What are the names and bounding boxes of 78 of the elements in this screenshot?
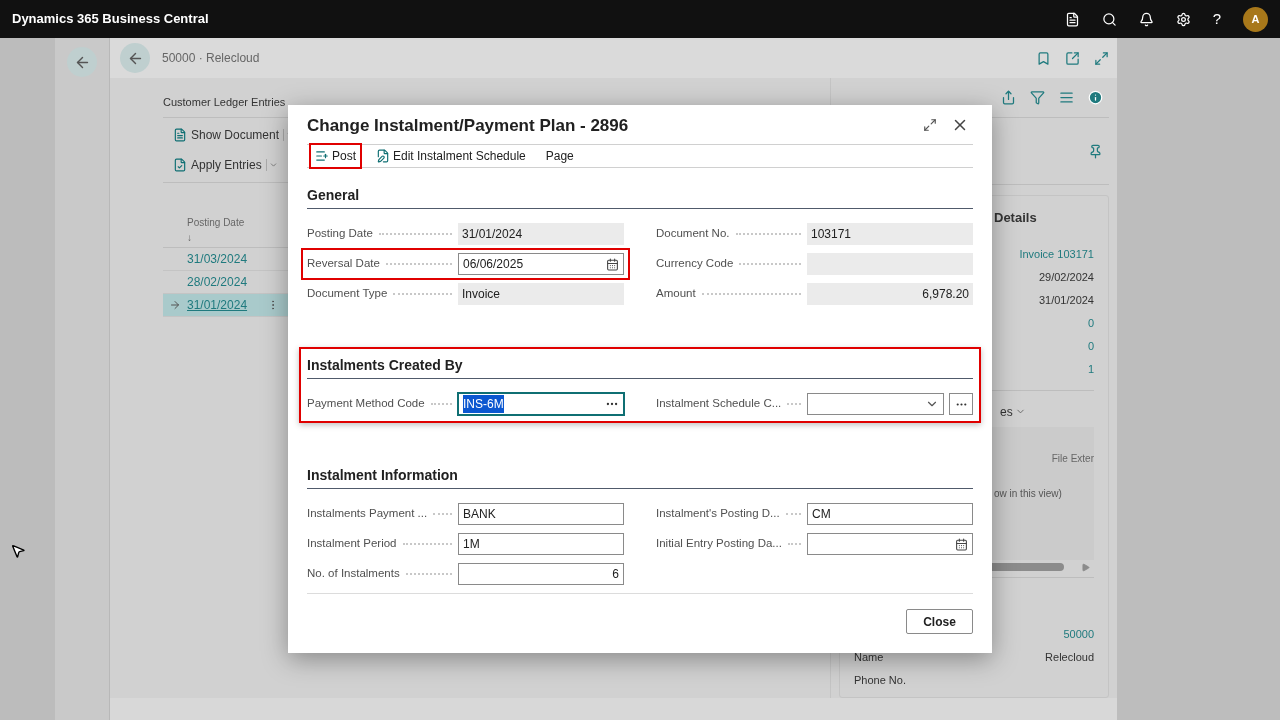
document-icon[interactable]: [1064, 11, 1080, 27]
field-value: 31/01/2024: [1038, 292, 1094, 308]
field-label: Document No.: [656, 226, 730, 242]
back-button[interactable]: [120, 43, 150, 73]
read-only-field: Invoice: [458, 283, 624, 305]
dropdown-field[interactable]: [807, 393, 944, 415]
section-heading: General: [307, 185, 973, 209]
column-header: File Exter: [1051, 451, 1094, 466]
field-value: Relecloud: [1045, 649, 1094, 665]
bookmark-icon[interactable]: [1036, 50, 1051, 66]
field-label: No. of Instalments: [307, 566, 400, 582]
expand-icon[interactable]: [923, 118, 937, 133]
date-field[interactable]: 06/06/2025: [458, 253, 624, 275]
field-label: Initial Entry Posting Da...: [656, 536, 782, 552]
field-label: Currency Code: [656, 256, 734, 272]
value-link[interactable]: 0: [1087, 337, 1094, 355]
app-title: Dynamics 365 Business Central: [12, 10, 209, 29]
share-icon[interactable]: [1001, 90, 1016, 105]
toolbar-action[interactable]: Apply Entries: [173, 154, 262, 176]
field-label: Phone No.: [854, 672, 906, 688]
notification-icon[interactable]: [1138, 11, 1154, 27]
field-label: Instalment Period: [307, 536, 397, 552]
dialog-title: Change Instalment/Payment Plan - 2896: [307, 114, 629, 137]
field-label: Posting Date: [307, 226, 373, 242]
read-only-field: 31/01/2024: [458, 223, 624, 245]
search-icon[interactable]: [1101, 11, 1117, 27]
empty-message: ow in this view): [994, 486, 1063, 501]
avatar[interactable]: A: [1243, 6, 1268, 32]
date-field[interactable]: [807, 533, 973, 555]
field-label: Document Type: [307, 286, 388, 302]
input-field[interactable]: BANK: [458, 503, 624, 525]
arrow-right-icon: [169, 299, 181, 311]
value-link[interactable]: 50000: [1063, 625, 1094, 643]
more-button[interactable]: [949, 393, 973, 415]
page-title: 50000 · Relecloud: [162, 50, 260, 67]
toolbar-action[interactable]: Post: [311, 144, 360, 167]
post-icon: [315, 148, 329, 163]
section-heading: Instalment Information: [307, 465, 973, 489]
input-field[interactable]: 6: [458, 563, 624, 585]
back-button[interactable]: [67, 47, 97, 77]
field-value: 29/02/2024: [1038, 269, 1094, 285]
list-title: Customer Ledger Entries: [163, 95, 286, 111]
lookup-field[interactable]: INS-6M: [458, 393, 624, 415]
scroll-right-icon[interactable]: [1081, 562, 1090, 572]
input-field[interactable]: CM: [807, 503, 973, 525]
read-only-field[interactable]: 6,978.20: [807, 283, 973, 305]
toolbar-action[interactable]: Show Document: [173, 124, 280, 146]
field-label: Instalment's Posting D...: [656, 506, 780, 522]
info-icon[interactable]: [1088, 90, 1103, 105]
toolbar-action[interactable]: Edit Instalment Schedule: [372, 144, 530, 167]
pin-icon[interactable]: [1088, 143, 1103, 159]
edit-document-icon: [376, 148, 390, 163]
calendar-icon[interactable]: [955, 537, 968, 551]
field-label: Reversal Date: [307, 256, 380, 272]
field-label: Instalment Schedule C...: [656, 396, 782, 412]
help-button[interactable]: ?: [1212, 7, 1221, 31]
document-check-icon: [173, 158, 187, 172]
card-title: Details: [994, 209, 1037, 227]
list-icon[interactable]: [1059, 90, 1074, 105]
document-icon: [173, 128, 187, 142]
section-title[interactable]: es: [1000, 402, 1013, 421]
open-new-window-icon[interactable]: [1065, 50, 1080, 66]
filter-icon[interactable]: [1030, 90, 1045, 105]
close-button[interactable]: Close: [906, 609, 973, 634]
settings-icon[interactable]: [1175, 11, 1191, 27]
mouse-cursor-icon: [10, 543, 26, 559]
read-only-field: 103171: [807, 223, 973, 245]
expand-icon[interactable]: [1094, 50, 1109, 66]
value-link[interactable]: 0: [1087, 314, 1094, 332]
field-label: Name: [854, 649, 884, 665]
field-label: Instalments Payment ...: [307, 506, 428, 522]
calendar-icon[interactable]: [606, 257, 619, 271]
field-label: Amount: [656, 286, 696, 302]
field-label: Payment Method Code: [307, 396, 425, 412]
chevron-down-icon[interactable]: [265, 159, 278, 171]
section-heading: Instalments Created By: [307, 355, 973, 379]
input-field[interactable]: 1M: [458, 533, 624, 555]
toolbar-action[interactable]: Page: [541, 144, 578, 167]
